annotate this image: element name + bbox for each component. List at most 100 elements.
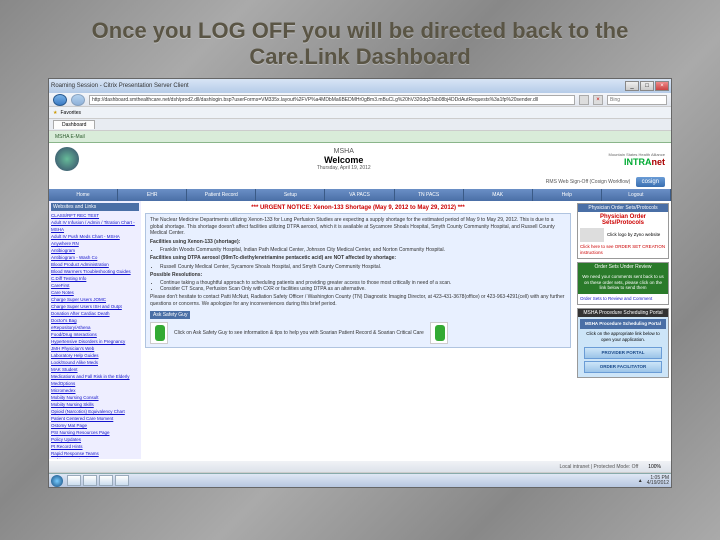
top-band: MSHA E-Mail [49, 131, 671, 143]
sidebar-link[interactable]: Charge Super Users JOMC [51, 296, 139, 303]
review-msg: We need your comments sent back to us on… [578, 271, 668, 294]
tray-date: 4/19/2012 [647, 481, 669, 486]
notice-li1: Franklin Woods Community Hospital, India… [160, 247, 566, 253]
sidebar-link[interactable]: Doctor's Bag [51, 317, 139, 324]
sidebar-link[interactable]: JMH Physician's Web [51, 345, 139, 352]
refresh-button[interactable] [579, 95, 589, 105]
sidebar-link[interactable]: Mobiity Nursing Skills [51, 401, 139, 408]
sidebar-link[interactable]: CLASS/RFT REC TEST [51, 212, 139, 219]
sidebar-link[interactable]: Ostomy Mat Page [51, 422, 139, 429]
page-content: MSHA E-Mail MSHA Welcome Thursday, April… [49, 131, 671, 473]
sidebar-link[interactable]: Antibiogram [51, 247, 139, 254]
notice-p2: Please don't hesitate to contact Patti M… [150, 294, 566, 307]
sidebar-link[interactable]: Food/Drug Interactions [51, 331, 139, 338]
sidebar-link[interactable]: Anywhere RN [51, 240, 139, 247]
sidebar-link[interactable]: Adult IV Infusion / Admin / Titration Ch… [51, 219, 139, 233]
favorites-label: Favorites [60, 110, 81, 116]
intranet-brand: INTRA [624, 157, 652, 167]
sidebar-link[interactable]: MAK Student [51, 366, 139, 373]
start-orb-icon[interactable] [51, 475, 63, 487]
tray-icon[interactable]: ▲ [638, 478, 643, 484]
safety-guy-icon-2[interactable] [430, 322, 448, 344]
sidebar-link[interactable]: Antibiogram - Wash Co [51, 254, 139, 261]
orderset-instructions-link[interactable]: Click here to see ORDER SET CREATION ins… [580, 244, 665, 255]
provider-portal-button[interactable]: PROVIDER PORTAL [584, 347, 662, 359]
sidebar-link[interactable]: PSI Nursing Resources Page [51, 429, 139, 436]
left-header: Websites and Links [51, 203, 139, 211]
welcome-date: Thursday, April 19, 2012 [79, 165, 609, 171]
sidebar-link[interactable]: Blood Warmers Troubleshooting Guides [51, 268, 139, 275]
signoff-label: RMS Web Sign-Off (Cosign Workflow) [546, 179, 630, 185]
review-box: Order Sets Under Review We need your com… [577, 262, 669, 305]
notice-box: The Nuclear Medicine Departments utilizi… [145, 213, 571, 348]
star-icon: ★ [53, 110, 57, 116]
sidebar-link[interactable]: Charge Super Users ISH and Outpt [51, 303, 139, 310]
order-facilitator-button[interactable]: ORDER FACILITATOR [584, 361, 662, 373]
ask-safety-header: Ask Safety Guy [150, 311, 190, 319]
sidebar-link[interactable]: Rapid Response Teams [51, 450, 139, 457]
nav-setup[interactable]: Setup [256, 189, 325, 201]
back-button[interactable] [53, 94, 67, 106]
sidebar-link[interactable]: Policy Updates [51, 436, 139, 443]
sidebar-link[interactable]: Look/Sound Alike Meds [51, 359, 139, 366]
forward-button[interactable] [71, 94, 85, 106]
search-input[interactable] [607, 95, 667, 105]
sidebar-link[interactable]: Hypertensive Disorders in Pregnancy [51, 338, 139, 345]
sidebar-link[interactable]: Donation After Cardiac Death [51, 310, 139, 317]
cosign-button[interactable]: cosign [636, 177, 665, 187]
nav-ehr[interactable]: EHR [118, 189, 187, 201]
task-explorer-icon[interactable] [83, 475, 97, 486]
notice-li2: Russell County Medical Center, Sycamore … [160, 264, 566, 270]
maximize-button[interactable]: □ [640, 81, 654, 91]
zone-label: Local intranet | Protected Mode: Off [559, 464, 638, 470]
browser-toolbar: http://dashboard.smthealthcare.net/dsh/p… [49, 93, 671, 107]
ask-safety-text: Click on Ask Safety Guy to see informati… [174, 330, 424, 336]
nav-help[interactable]: Help [533, 189, 602, 201]
scheduling-box: MSHA Procedure Scheduling Portal MSHA Pr… [577, 308, 669, 378]
nav-logout[interactable]: Logout [602, 189, 671, 201]
msha-logo-icon [55, 147, 79, 171]
sidebar-link[interactable]: Care Notes [51, 289, 139, 296]
task-app-icon[interactable] [115, 475, 129, 486]
sidebar-link[interactable]: eRepository/Athena [51, 324, 139, 331]
sidebar-link[interactable]: Micromedex [51, 387, 139, 394]
sidebar-link[interactable]: MedOptions [51, 380, 139, 387]
zyno-text: Click logo by Zyno website [607, 232, 660, 237]
scheduling-msg: Click on the appropriate link below to o… [580, 329, 666, 345]
scheduling-title: MSHA Procedure Scheduling Portal [580, 319, 666, 329]
nav-va-pacs[interactable]: VA PACS [325, 189, 394, 201]
notice-h2: Facilities using DTPA aerosol (99mTc-die… [150, 255, 396, 261]
address-bar[interactable]: http://dashboard.smthealthcare.net/dsh/p… [89, 95, 575, 105]
ordersets-header: Physician Order Sets/Protocols [578, 204, 668, 212]
review-link[interactable]: Order Sets to Review and Comment [580, 296, 652, 301]
sidebar-link[interactable]: C.Diff Testing Info [51, 275, 139, 282]
header-area: MSHA Welcome Thursday, April 19, 2012 Mo… [49, 143, 671, 175]
sidebar-link[interactable]: Medications and Fall Risk in the Elderly [51, 373, 139, 380]
sidebar-link[interactable]: Mobiity Nursing Consult [51, 394, 139, 401]
sidebar-link[interactable]: Laboratory Help Guides [51, 352, 139, 359]
tab-dashboard[interactable]: Dashboard [53, 120, 95, 129]
minimize-button[interactable]: _ [625, 81, 639, 91]
task-ie-icon[interactable] [67, 475, 81, 486]
close-button[interactable]: × [655, 81, 669, 91]
sidebar-link[interactable]: Opioid (Narcotics) Equivalency Chart [51, 408, 139, 415]
safety-guy-icon[interactable] [150, 322, 168, 344]
sidebar-link[interactable]: Pt Record Hints [51, 443, 139, 450]
notice-h3: Possible Resolutions: [150, 272, 202, 278]
ie-statusbar: Local intranet | Protected Mode: Off 100… [49, 461, 671, 473]
titlebar: Roaming Session - Citrix Presentation Se… [49, 79, 671, 93]
sidebar-link[interactable]: Adult IV Push Meds Chart - MSHA [51, 233, 139, 240]
sidebar-link[interactable]: Blood Product Administration [51, 261, 139, 268]
zynxcare-icon[interactable] [580, 228, 604, 242]
nav-tn-pacs[interactable]: TN PACS [395, 189, 464, 201]
sidebar-link[interactable]: Refrigerator Checks [51, 457, 139, 459]
stop-button[interactable]: × [593, 95, 603, 105]
window-title: Roaming Session - Citrix Presentation Se… [51, 83, 625, 89]
sidebar-link[interactable]: CareFirst [51, 282, 139, 289]
sidebar-link[interactable]: Patient Centered Care Moment [51, 415, 139, 422]
citrix-window: Roaming Session - Citrix Presentation Se… [48, 78, 672, 488]
nav-mak[interactable]: MAK [464, 189, 533, 201]
nav-home[interactable]: Home [49, 189, 118, 201]
nav-patient-record[interactable]: Patient Record [187, 189, 256, 201]
task-media-icon[interactable] [99, 475, 113, 486]
